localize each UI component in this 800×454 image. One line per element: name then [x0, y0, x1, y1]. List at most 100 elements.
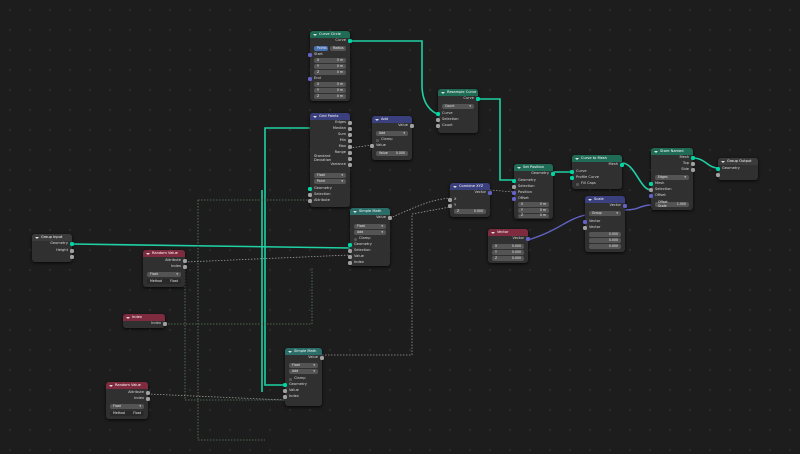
fill-caps-row[interactable]: Fill Caps: [572, 181, 622, 187]
node-store-named[interactable]: Store Named Mesh Top Side Edges ▾ Mesh Se…: [649, 148, 695, 210]
collapse-icon[interactable]: [126, 316, 130, 319]
fill-caps-checkbox[interactable]: [576, 182, 579, 186]
input-socket[interactable]: [283, 389, 287, 393]
output-socket[interactable]: [623, 204, 627, 208]
node-header[interactable]: Curve to Mesh: [572, 155, 622, 162]
input-socket[interactable]: [716, 167, 720, 171]
node-header[interactable]: Scale: [585, 196, 625, 203]
collapse-icon[interactable]: [588, 198, 592, 201]
node-scale[interactable]: Scale Vector Group ▾ Vector Vector 0.000 …: [583, 196, 627, 252]
collapse-icon[interactable]: [575, 157, 579, 160]
output-socket[interactable]: [476, 97, 480, 101]
collapse-icon[interactable]: [109, 384, 113, 387]
input-socket[interactable]: [448, 204, 452, 208]
output-socket[interactable]: [388, 216, 392, 220]
output-socket[interactable]: [348, 163, 352, 167]
operation-dropdown[interactable]: Add ▾: [354, 230, 386, 235]
input-socket[interactable]: [649, 194, 653, 198]
clamp-checkbox[interactable]: [376, 138, 379, 142]
node-grid-points[interactable]: Grid Points Edges Median Sum Min Max Ran…: [308, 113, 352, 207]
node-header[interactable]: Simple Math: [350, 208, 390, 215]
output-socket[interactable]: [691, 156, 695, 160]
collapse-icon[interactable]: [288, 350, 292, 353]
output-socket[interactable]: [70, 249, 74, 253]
mode-radius-button[interactable]: Radius: [330, 46, 346, 51]
domain-dropdown[interactable]: Point ▾: [314, 179, 346, 184]
x-field[interactable]: 0.000: [589, 232, 621, 237]
input-socket[interactable]: [308, 193, 312, 197]
output-socket[interactable]: [348, 39, 352, 43]
input-socket[interactable]: [308, 187, 312, 191]
type-dropdown[interactable]: Float ▾: [110, 404, 144, 409]
input-socket[interactable]: [570, 176, 574, 180]
input-socket[interactable]: [436, 118, 440, 122]
node-header[interactable]: Group Output: [718, 158, 758, 165]
input-socket[interactable]: [716, 173, 720, 177]
input-socket[interactable]: [436, 124, 440, 128]
output-socket[interactable]: [146, 397, 150, 401]
node-header[interactable]: Random Value: [106, 382, 148, 389]
offset-z-field[interactable]: Z 0 m: [518, 214, 549, 218]
output-socket[interactable]: [146, 391, 150, 395]
type-dropdown[interactable]: Float ▾: [314, 173, 346, 178]
input-socket[interactable]: [283, 395, 287, 399]
type-dropdown[interactable]: Float ▾: [354, 224, 386, 229]
node-header[interactable]: Curve Circle: [310, 31, 350, 38]
node-header[interactable]: Grid Points: [310, 113, 350, 120]
node-header[interactable]: Combine XYZ: [450, 183, 490, 190]
output-socket[interactable]: [691, 168, 695, 172]
output-socket[interactable]: [183, 265, 187, 269]
start-x-field[interactable]: X 0 m: [314, 58, 346, 63]
node-header[interactable]: Random Value: [143, 250, 185, 257]
node-header[interactable]: Group Input: [32, 234, 72, 241]
end-y-field[interactable]: Y 0 m: [314, 88, 346, 93]
node-random-value-b[interactable]: Random Value Attribute Index Float ▾ Meth…: [106, 382, 150, 419]
node-editor-canvas[interactable]: Curve Circle Curve Points Radius Start X…: [0, 0, 800, 454]
mode-dropdown[interactable]: Count ▾: [442, 104, 474, 109]
node-simple-math[interactable]: Simple Math Value Float ▾ Add ▾ Clamp Geom…: [348, 208, 392, 266]
node-group-input[interactable]: Group Input Geometry Height: [32, 234, 74, 262]
collapse-icon[interactable]: [453, 185, 457, 188]
output-socket[interactable]: [183, 259, 187, 263]
clamp-checkbox[interactable]: [354, 237, 357, 241]
value-field[interactable]: Value 0.000: [376, 151, 408, 156]
input-socket[interactable]: [308, 53, 312, 57]
input-socket[interactable]: [570, 170, 574, 174]
output-socket[interactable]: [620, 163, 624, 167]
start-y-field[interactable]: Y 0 m: [314, 64, 346, 69]
input-socket[interactable]: [348, 255, 352, 259]
input-socket[interactable]: [583, 220, 587, 224]
z-field[interactable]: Z 0.000: [492, 256, 524, 261]
input-socket[interactable]: [512, 197, 516, 201]
output-socket[interactable]: [320, 356, 324, 360]
z-field[interactable]: Z 0.000: [454, 209, 486, 214]
type-dropdown[interactable]: Float ▾: [147, 272, 181, 277]
collapse-icon[interactable]: [146, 252, 150, 255]
output-socket[interactable]: [348, 127, 352, 131]
node-header[interactable]: Simple Math: [285, 348, 322, 355]
input-socket[interactable]: [348, 261, 352, 265]
input-socket[interactable]: [649, 182, 653, 186]
output-socket[interactable]: [551, 172, 555, 176]
method-field[interactable]: Method Float: [147, 279, 181, 284]
input-socket[interactable]: [348, 243, 352, 247]
node-set-position[interactable]: Set Position Geometry Geometry Selection…: [512, 164, 555, 219]
collapse-icon[interactable]: [313, 115, 317, 118]
mode-points-button[interactable]: Points: [314, 46, 328, 51]
node-header[interactable]: Index: [123, 314, 165, 321]
input-socket[interactable]: [348, 249, 352, 253]
collapse-icon[interactable]: [517, 166, 521, 169]
collapse-icon[interactable]: [313, 33, 317, 36]
collapse-icon[interactable]: [654, 150, 658, 153]
input-socket[interactable]: [308, 77, 312, 81]
output-socket[interactable]: [70, 242, 74, 246]
node-header[interactable]: Vector: [488, 229, 528, 236]
input-socket[interactable]: [448, 198, 452, 202]
operation-dropdown[interactable]: Add ▾: [376, 131, 408, 136]
node-curve-circle[interactable]: Curve Circle Curve Points Radius Start X…: [308, 31, 352, 101]
output-socket[interactable]: [691, 162, 695, 166]
y-field[interactable]: 0.000: [589, 238, 621, 243]
input-socket[interactable]: [583, 226, 587, 230]
mode-dropdown[interactable]: Edges ▾: [655, 175, 689, 180]
output-socket[interactable]: [163, 322, 167, 326]
